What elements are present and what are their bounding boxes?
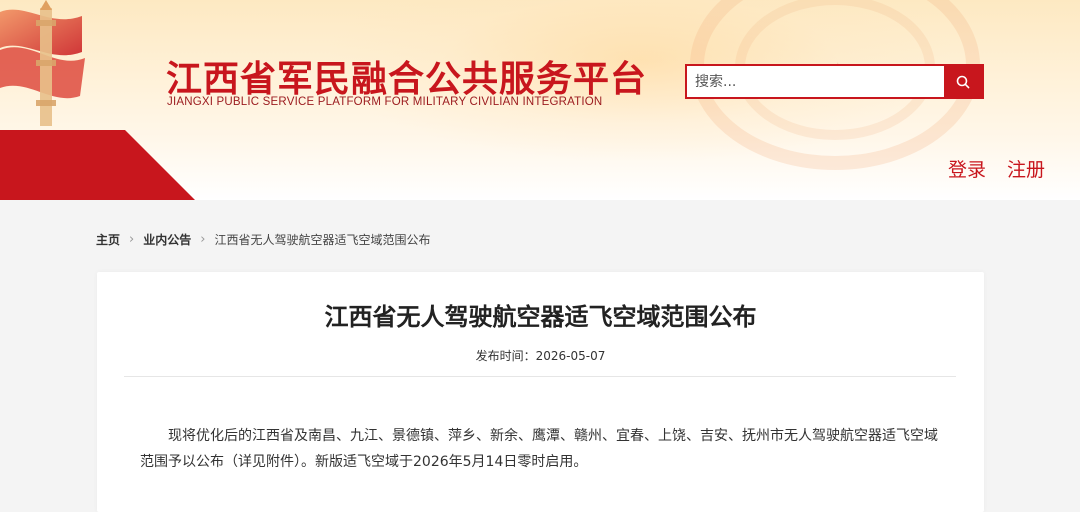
search-button[interactable] <box>944 66 982 97</box>
breadcrumb-home[interactable]: 主页 <box>96 231 120 248</box>
article-body: 现将优化后的江西省及南昌、九江、景德镇、萍乡、新余、鹰潭、赣州、宜春、上饶、吉安… <box>140 428 938 470</box>
article-title: 江西省无人驾驶航空器适飞空域范围公布 <box>324 303 757 331</box>
search-box <box>685 64 984 99</box>
chevron-right-icon: › <box>129 231 135 247</box>
site-title: 江西省军民融合公共服务平台 <box>166 59 648 100</box>
article-card: 江西省无人驾驶航空器适飞空域范围公布 发布时间：2026-05-07 现将优化后… <box>97 272 984 512</box>
divider <box>124 376 956 377</box>
breadcrumb: 主页 › 业内公告 › 江西省无人驾驶航空器适飞空域范围公布 <box>96 231 430 247</box>
site-header: ★ 江西省军民融合公共服务平台 JIANGXI PUBLIC SERVICE P… <box>0 0 1080 200</box>
red-ribbon-decoration <box>0 130 195 200</box>
login-link[interactable]: 登录 <box>948 155 986 182</box>
publish-label: 发布时间： <box>475 349 536 363</box>
search-input[interactable] <box>687 66 944 97</box>
publish-date: 2026-05-07 <box>535 349 606 363</box>
breadcrumb-section[interactable]: 业内公告 <box>143 231 191 248</box>
publish-time: 发布时间：2026-05-07 <box>97 347 984 364</box>
chevron-right-icon: › <box>200 231 206 247</box>
breadcrumb-current: 江西省无人驾驶航空器适飞空域范围公布 <box>214 232 431 247</box>
flag-pillar-logo <box>0 0 85 126</box>
search-icon <box>956 75 970 88</box>
register-link[interactable]: 注册 <box>1007 155 1045 182</box>
site-subtitle: JIANGXI PUBLIC SERVICE PLATFORM FOR MILI… <box>167 96 603 108</box>
